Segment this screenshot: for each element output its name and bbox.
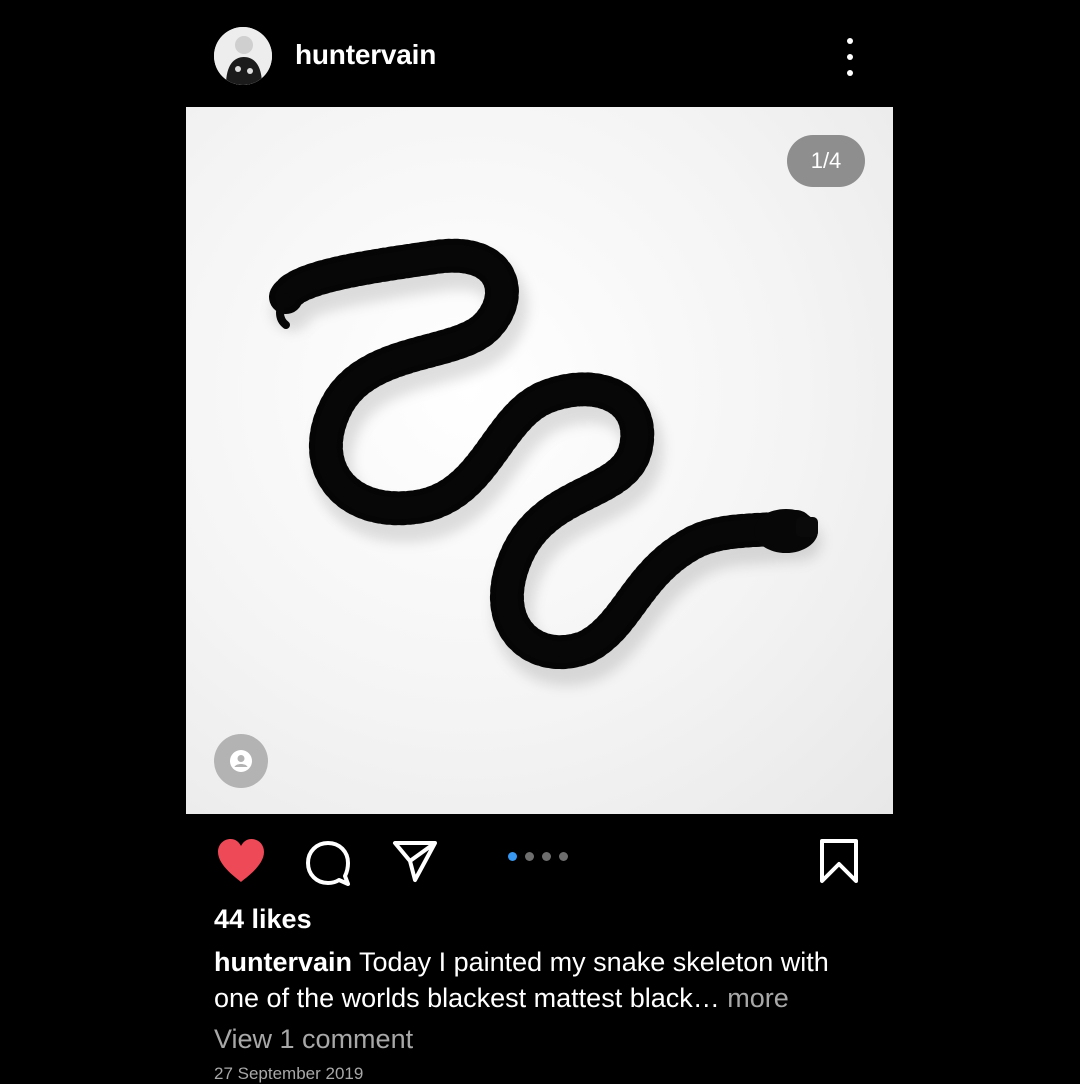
post-date: 27 September 2019 [214, 1064, 364, 1083]
carousel-dot-3 [542, 852, 551, 861]
user-tag-icon[interactable] [214, 734, 268, 788]
post-actions [0, 830, 1080, 890]
post-username[interactable]: huntervain [295, 39, 436, 71]
snake-skeleton-photo [269, 238, 822, 686]
caption-more-link[interactable]: more [720, 983, 789, 1013]
caption-username[interactable]: huntervain [214, 947, 352, 977]
avatar-image [214, 27, 272, 85]
image-counter: 1/4 [787, 135, 865, 187]
carousel-dot-2 [525, 852, 534, 861]
carousel-dot-4 [559, 852, 568, 861]
send-icon[interactable] [392, 838, 438, 889]
post-image[interactable]: 1/4 [186, 107, 893, 814]
carousel-indicator [508, 852, 568, 861]
heart-filled-icon[interactable] [216, 838, 266, 889]
view-comments-link[interactable]: View 1 comment [214, 1024, 413, 1055]
comment-icon[interactable] [304, 838, 352, 891]
post-caption: huntervain Today I painted my snake skel… [214, 944, 874, 1016]
more-options-icon[interactable] [836, 38, 864, 76]
bookmark-icon[interactable] [818, 838, 860, 889]
post-header: huntervain [0, 0, 1080, 107]
carousel-dot-1 [508, 852, 517, 861]
avatar[interactable] [214, 27, 272, 85]
likes-count[interactable]: 44 likes [214, 904, 312, 935]
